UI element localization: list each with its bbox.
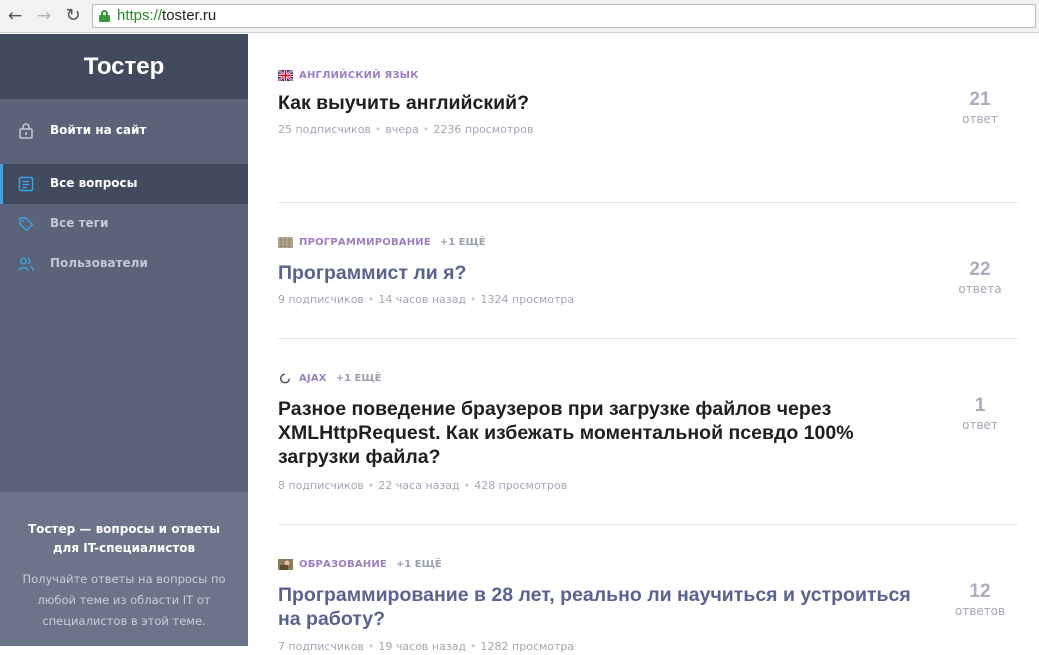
site-logo[interactable]: Тостер xyxy=(84,53,165,81)
question-meta: 7 подписчиков • 19 часов назад • 1282 просмо… xyxy=(278,640,575,653)
subscribers-count: 8 подписчиков xyxy=(278,479,364,492)
question-item: ОБРАЗОВАНИЕ +1 ЕЩЁ Программирование в 28… xyxy=(278,525,1018,655)
more-tags-link[interactable]: +1 ЕЩЁ xyxy=(440,237,486,248)
answers-unit: ответа xyxy=(958,282,1002,296)
sidebar-item-label: Пользователи xyxy=(50,256,148,270)
subscribers-count: 7 подписчиков xyxy=(278,640,364,653)
question-title[interactable]: Программист ли я? xyxy=(278,261,938,285)
tag-icon xyxy=(19,217,34,232)
question-item: ПРОГРАММИРОВАНИЕ +1 ЕЩЁ Программист ли я… xyxy=(278,203,1018,339)
login-icon xyxy=(19,123,33,139)
question-tag[interactable]: АНГЛИЙСКИЙ ЯЗЫК xyxy=(299,70,419,81)
answers-unit: ответов xyxy=(954,604,1006,618)
sidebar-promo: Тостер — вопросы и ответы для IT-специал… xyxy=(0,492,248,646)
question-item: АНГЛИЙСКИЙ ЯЗЫК Как выучить английский? … xyxy=(278,67,1018,203)
question-meta: 8 подписчиков • 22 часа назад • 428 просмотр… xyxy=(278,479,568,492)
answers-unit: ответ xyxy=(962,418,998,432)
views-count: 1324 просмотра xyxy=(480,293,575,306)
answers-counter: 12 ответов xyxy=(950,581,1010,618)
answers-counter: 22 ответа xyxy=(950,259,1010,296)
question-title[interactable]: Как выучить английский? xyxy=(278,91,938,115)
question-time: вчера xyxy=(385,123,419,136)
subscribers-count: 9 подписчиков xyxy=(278,293,364,306)
views-count: 2236 просмотров xyxy=(433,123,534,136)
question-title[interactable]: Разное поведение браузеров при загрузке … xyxy=(278,397,938,469)
reload-icon[interactable]: ↻ xyxy=(63,6,83,26)
forward-arrow-icon[interactable]: → xyxy=(34,6,54,26)
sidebar-header: Тостер xyxy=(0,34,248,99)
question-meta: 25 подписчиков • вчера • 2236 просмотров xyxy=(278,123,534,136)
question-time: 22 часа назад xyxy=(378,479,460,492)
more-tags-link[interactable]: +1 ЕЩЁ xyxy=(336,373,382,384)
login-link[interactable]: Войти на сайт xyxy=(0,111,248,151)
back-arrow-icon[interactable]: ← xyxy=(5,6,25,26)
education-tag-icon xyxy=(278,558,293,570)
answers-counter: 1 ответ xyxy=(950,395,1010,432)
sidebar-item-label: Все вопросы xyxy=(50,176,138,190)
question-title[interactable]: Программирование в 28 лет, реально ли на… xyxy=(278,583,938,631)
url-scheme: https:// xyxy=(117,7,163,24)
question-tag[interactable]: ОБРАЗОВАНИЕ xyxy=(299,559,387,570)
question-item: AJAX +1 ЕЩЁ Разное поведение браузеров п… xyxy=(278,339,1018,525)
questions-list-icon xyxy=(18,176,34,192)
answers-number: 12 xyxy=(969,581,991,602)
users-icon xyxy=(18,257,34,272)
url-host: toster.ru xyxy=(162,7,217,24)
sidebar-item-label: Все теги xyxy=(50,216,109,230)
uk-flag-icon xyxy=(278,69,293,81)
programming-tag-icon xyxy=(278,236,293,248)
more-tags-link[interactable]: +1 ЕЩЁ xyxy=(396,559,442,570)
sidebar-item-users[interactable]: Пользователи xyxy=(0,244,248,284)
question-time: 14 часов назад xyxy=(378,293,467,306)
question-time: 19 часов назад xyxy=(378,640,467,653)
address-bar[interactable]: https://toster.ru xyxy=(92,4,1036,28)
promo-text: Получайте ответы на вопросы по любой тем… xyxy=(22,572,226,628)
answers-number: 21 xyxy=(969,89,991,110)
subscribers-count: 25 подписчиков xyxy=(278,123,371,136)
answers-number: 1 xyxy=(974,395,986,416)
url-text[interactable]: https://toster.ru xyxy=(117,7,216,24)
lock-icon xyxy=(99,10,110,22)
views-count: 1282 просмотра xyxy=(480,640,575,653)
ajax-spinner-icon xyxy=(279,372,291,384)
question-meta: 9 подписчиков • 14 часов назад • 1324 просмо… xyxy=(278,293,575,306)
answers-unit: ответ xyxy=(962,112,998,126)
promo-title: Тостер — вопросы и ответы для IT-специал… xyxy=(27,522,220,555)
login-label: Войти на сайт xyxy=(50,123,147,137)
views-count: 428 просмотров xyxy=(474,479,568,492)
browser-toolbar: ← → ↻ https://toster.ru xyxy=(0,0,1039,33)
sidebar: Тостер Войти на сайт Все вопросы Все тег… xyxy=(0,34,248,646)
answers-number: 22 xyxy=(969,259,991,280)
question-tag[interactable]: ПРОГРАММИРОВАНИЕ xyxy=(299,237,431,248)
answers-counter: 21 ответ xyxy=(950,89,1010,126)
sidebar-item-all-questions[interactable]: Все вопросы xyxy=(0,164,248,204)
sidebar-item-all-tags[interactable]: Все теги xyxy=(0,204,248,244)
question-tag[interactable]: AJAX xyxy=(299,373,327,384)
